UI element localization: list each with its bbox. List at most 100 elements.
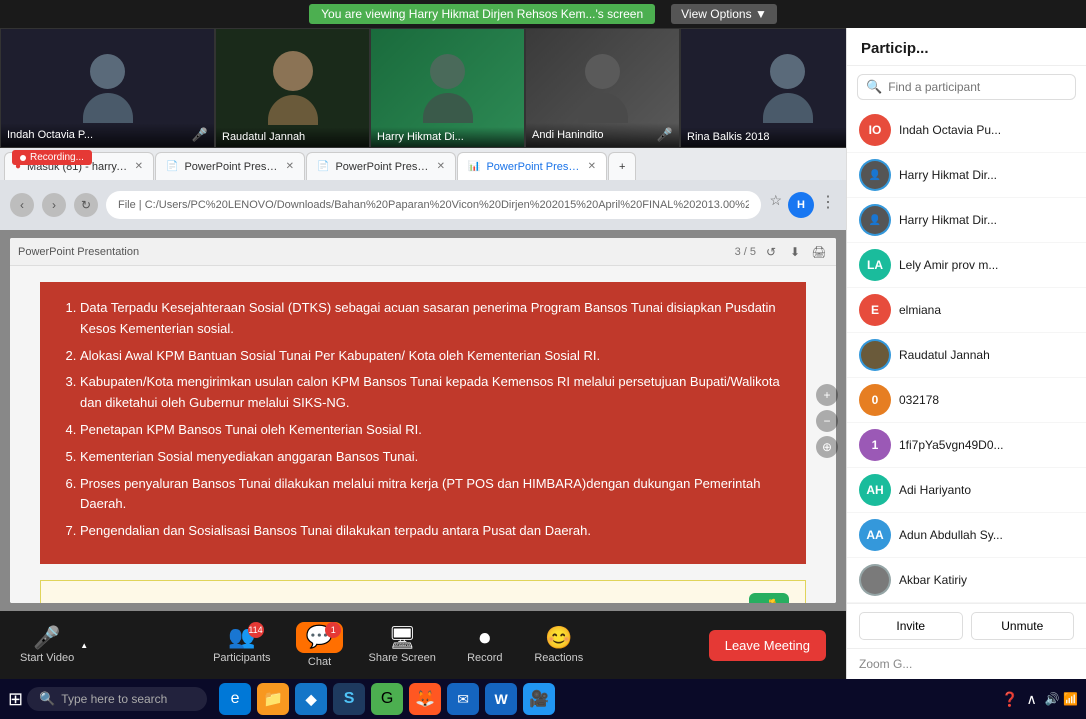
search-box[interactable]: 🔍 <box>857 74 1076 100</box>
refresh-btn[interactable]: ↻ <box>74 193 98 217</box>
chat-btn[interactable]: 💬 1 Chat <box>295 622 345 668</box>
participant-name-4: elmiana <box>899 303 941 317</box>
taskbar-edge[interactable]: e <box>219 683 251 715</box>
ppt-icon-1[interactable]: ↺ <box>762 243 780 261</box>
edge-icon: e <box>231 690 240 708</box>
participant-name-3: Lely Amir prov m... <box>899 258 998 272</box>
participant-name-9: Adun Abdullah Sy... <box>899 528 1003 542</box>
participants-label: Participants <box>213 652 270 664</box>
audio-caret[interactable]: ▲ <box>80 641 88 650</box>
list-item[interactable]: 👤 Harry Hikmat Dir... <box>847 153 1086 198</box>
list-item[interactable]: Akbar Katiriy <box>847 558 1086 603</box>
participants-badge-wrap: 👥 114 <box>228 626 255 649</box>
list-item[interactable]: 0 032178 <box>847 378 1086 423</box>
participant-info-8: Adi Hariyanto <box>899 481 1074 499</box>
participants-btn[interactable]: 👥 114 Participants <box>213 626 270 664</box>
participants-count: 114 <box>248 622 264 638</box>
slide-fit[interactable]: ⊕ <box>816 436 838 458</box>
unmute-btn[interactable]: Unmute <box>971 612 1075 640</box>
windows-start-icon[interactable]: ⊞ <box>8 689 23 710</box>
list-item[interactable]: AA Adun Abdullah Sy... <box>847 513 1086 558</box>
participant-info-4: elmiana <box>899 301 1074 319</box>
tile-indah[interactable]: Indah Octavia P... 🎤 <box>0 28 215 148</box>
tile-andi[interactable]: Andi Hanindito 🎤 <box>525 28 680 148</box>
reactions-btn[interactable]: 😊 Reactions <box>534 627 584 664</box>
list-item[interactable]: IO Indah Octavia Pu... <box>847 108 1086 153</box>
slide-zoom-out[interactable]: − <box>816 410 838 432</box>
participant-name-10: Akbar Katiriy <box>899 573 967 587</box>
slide-item-4: Penetapan KPM Bansos Tunai oleh Kementer… <box>80 420 786 441</box>
chat-badge-wrap: 💬 1 <box>306 626 333 649</box>
taskbar-arrow-icon[interactable]: ∧ <box>1027 691 1037 708</box>
tile-harry-name: Harry Hikmat Di... <box>377 131 464 143</box>
list-item[interactable]: AH Adi Hariyanto <box>847 468 1086 513</box>
video-area: Indah Octavia P... 🎤 Raudatul Jannah <box>0 28 846 679</box>
tile-label-bar: Indah Octavia P... 🎤 <box>1 123 214 147</box>
taskbar-search-bar[interactable]: 🔍 Type here to search <box>27 687 207 711</box>
participants-list: IO Indah Octavia Pu... 👤 Harry Hikmat Di… <box>847 108 1086 603</box>
invite-btn[interactable]: Invite <box>859 612 963 640</box>
reactions-label: Reactions <box>534 652 583 664</box>
participant-name-1: Harry Hikmat Dir... <box>899 168 997 182</box>
slide-controls: + − ⊕ <box>816 384 838 458</box>
share-screen-btn[interactable]: 🖥 Share Screen <box>369 627 436 664</box>
taskbar-files[interactable]: 📁 <box>257 683 289 715</box>
bookmark-icon[interactable]: ☆ <box>769 192 782 218</box>
taskbar-help-icon[interactable]: ❓ <box>1001 691 1018 708</box>
audio-toggle-btn[interactable]: 🎤 Start Video <box>20 627 74 664</box>
tile-label-andi: Andi Hanindito 🎤 <box>526 123 679 147</box>
avatar-la: LA <box>859 249 891 281</box>
share-screen-label: Share Screen <box>369 652 436 664</box>
reactions-icon: 😊 <box>545 627 572 649</box>
tile-rina[interactable]: Rina Balkis 2018 › <box>680 28 846 148</box>
tile-raudatul[interactable]: Raudatul Jannah <box>215 28 370 148</box>
record-btn[interactable]: ⏺ Record <box>460 627 510 664</box>
list-item[interactable]: 👤 Harry Hikmat Dir... <box>847 198 1086 243</box>
recording-badge: Recording... <box>12 150 92 165</box>
ppt-icon-2[interactable]: ⬇ <box>786 243 804 261</box>
participant-search-input[interactable] <box>888 80 1067 94</box>
taskbar-firefox[interactable]: 🦊 <box>409 683 441 715</box>
tab-close-0[interactable]: ✕ <box>135 161 143 172</box>
audio-label: Start Video <box>20 652 74 664</box>
leave-meeting-btn[interactable]: Leave Meeting <box>709 630 826 661</box>
ppt-app-label: PowerPoint Presentation <box>18 246 139 258</box>
app1-icon: S <box>344 690 355 708</box>
url-bar[interactable]: File | C:/Users/PC%20LENOVO/Downloads/Ba… <box>106 191 761 219</box>
tab-close-1[interactable]: ✕ <box>286 161 294 172</box>
list-item[interactable]: LA Lely Amir prov m... <box>847 243 1086 288</box>
back-btn[interactable]: ‹ <box>10 193 34 217</box>
taskbar-google[interactable]: G <box>371 683 403 715</box>
browser-tab-new[interactable]: + <box>608 152 636 180</box>
taskbar-word[interactable]: W <box>485 683 517 715</box>
tab-close-3[interactable]: ✕ <box>588 161 596 172</box>
main-layout: Indah Octavia P... 🎤 Raudatul Jannah <box>0 28 1086 679</box>
ppt-viewer: PowerPoint Presentation 3 / 5 ↺ ⬇ 🖨 Data… <box>10 238 836 603</box>
browser-tab-ppt3[interactable]: 📊 PowerPoint Presentation ✕ <box>457 152 607 180</box>
taskbar-outlook[interactable]: ✉ <box>447 683 479 715</box>
list-item[interactable]: Raudatul Jannah <box>847 333 1086 378</box>
slide-zoom-in[interactable]: + <box>816 384 838 406</box>
slide-list: Data Terpadu Kesejahteraan Sosial (DTKS)… <box>60 298 786 542</box>
taskbar-zoom[interactable]: 🎥 <box>523 683 555 715</box>
slide-item-7: Pengendalian dan Sosialisasi Bansos Tuna… <box>80 521 786 542</box>
view-options-btn[interactable]: View Options ▼ <box>671 4 777 24</box>
forward-btn[interactable]: › <box>42 193 66 217</box>
participant-info-10: Akbar Katiriy <box>899 571 1074 589</box>
taskbar-dropbox[interactable]: ◆ <box>295 683 327 715</box>
presentation-wrapper: PowerPoint Presentation 3 / 5 ↺ ⬇ 🖨 Data… <box>0 230 846 611</box>
tab-ppt2-label: PowerPoint Presentation <box>335 161 430 173</box>
tile-harry[interactable]: Harry Hikmat Di... <box>370 28 525 148</box>
tab-close-2[interactable]: ✕ <box>437 161 445 172</box>
profile-icon[interactable]: H <box>788 192 814 218</box>
taskbar-start-area: ⊞ <box>8 689 23 710</box>
ppt-icon-3[interactable]: 🖨 <box>810 243 828 261</box>
browser-tab-ppt2[interactable]: 📄 PowerPoint Presentation ✕ <box>306 152 456 180</box>
browser-tab-ppt1[interactable]: 📄 PowerPoint Presentation ✕ <box>155 152 305 180</box>
list-item[interactable]: 1 1fi7pYa5vgn49D0... <box>847 423 1086 468</box>
slide-item-6: Proses penyaluran Bansos Tunai dilakukan… <box>80 474 786 516</box>
taskbar-search-label: Type here to search <box>61 692 167 706</box>
taskbar-app1[interactable]: S <box>333 683 365 715</box>
menu-icon[interactable]: ⋮ <box>820 192 836 218</box>
list-item[interactable]: E elmiana <box>847 288 1086 333</box>
